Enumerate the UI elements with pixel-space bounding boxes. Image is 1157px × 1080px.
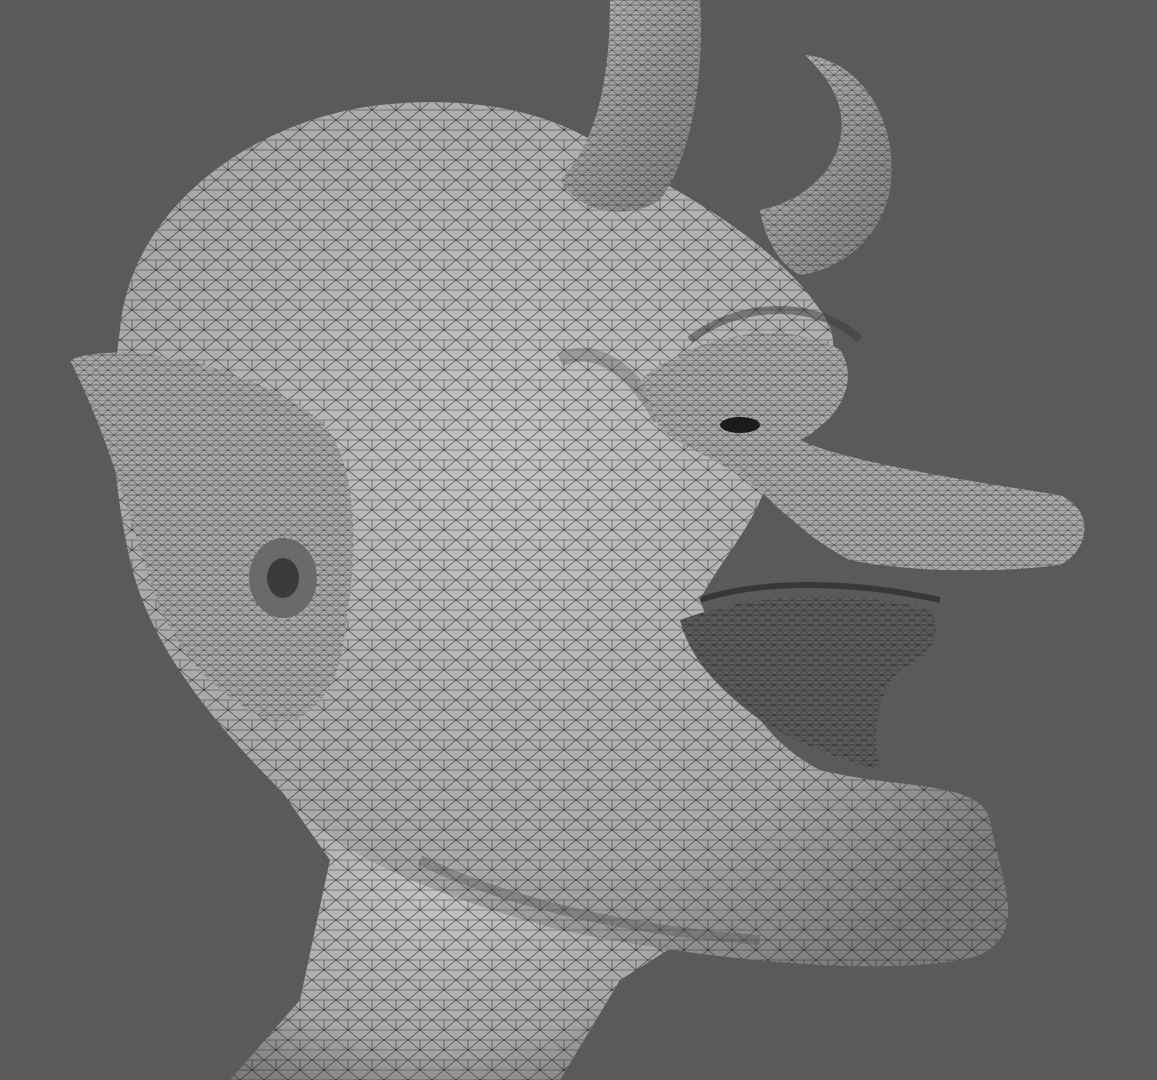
eye [720,417,760,433]
horn-right [760,55,892,275]
horn-left [560,0,701,212]
mesh-render [70,0,1085,1080]
3d-viewport[interactable] [0,0,1157,1080]
